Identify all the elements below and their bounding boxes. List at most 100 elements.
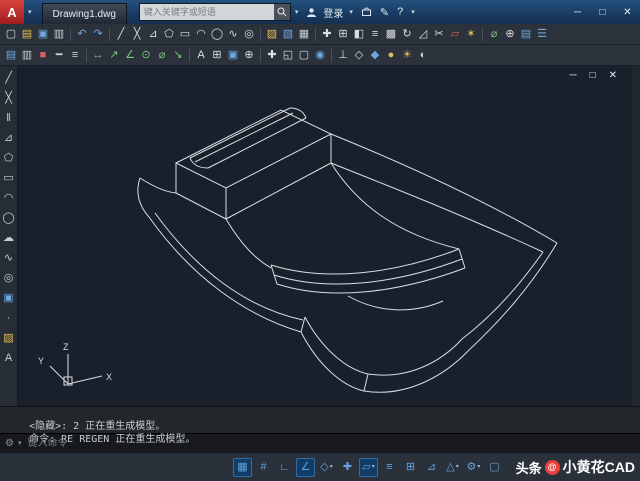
explode-icon[interactable]: ✶ <box>463 26 479 43</box>
orbit-icon[interactable]: ◉ <box>312 47 328 64</box>
search-icon[interactable] <box>274 4 290 20</box>
login-button[interactable]: 登录 <box>323 5 343 20</box>
copy-icon[interactable]: ⊞ <box>335 26 351 43</box>
lineweight-icon[interactable]: ≡ <box>380 458 399 477</box>
command-input[interactable] <box>25 437 640 450</box>
ucs-icon[interactable]: ⊥ <box>335 47 351 64</box>
grid-icon[interactable]: ▦ <box>233 458 252 477</box>
redo-icon[interactable]: ↷ <box>90 26 106 43</box>
ellipse-icon[interactable]: ◎ <box>241 26 257 43</box>
materials-icon[interactable]: ◐ <box>415 47 431 64</box>
quick-access-dropdown-icon[interactable]: ▾ <box>28 8 32 16</box>
mline-icon[interactable]: ‖ <box>6 111 11 125</box>
viewport-minimize-button[interactable]: ─ <box>569 71 576 81</box>
maximize-button[interactable]: □ <box>590 0 615 24</box>
plot-icon[interactable]: ▥ <box>51 26 67 43</box>
point-icon[interactable]: ∙ <box>7 311 10 325</box>
text-icon[interactable]: A <box>5 351 12 365</box>
app-menu-button[interactable]: A <box>0 0 24 24</box>
ellipse-icon[interactable]: ◎ <box>4 271 14 285</box>
dim-radius-icon[interactable]: ⊙ <box>138 47 154 64</box>
layer-state-icon[interactable]: ▥ <box>19 47 35 64</box>
rectangle-icon[interactable]: ▭ <box>177 26 193 43</box>
linetype-icon[interactable]: ━ <box>51 47 67 64</box>
render-icon[interactable]: ● <box>383 47 399 64</box>
dim-diameter-icon[interactable]: ⌀ <box>154 47 170 64</box>
layer-list-icon[interactable]: ▤ <box>3 47 19 64</box>
search-input[interactable] <box>140 7 274 17</box>
annotation-scale-icon[interactable]: △▾ <box>443 458 462 477</box>
open-file-icon[interactable]: ▤ <box>19 26 35 43</box>
rectangle-icon[interactable]: ▭ <box>3 171 13 185</box>
polyline-icon[interactable]: ⊿ <box>4 131 13 145</box>
viewport-restore-button[interactable]: □ <box>590 71 596 81</box>
rotate-icon[interactable]: ↻ <box>399 26 415 43</box>
revcloud-icon[interactable]: ☁ <box>3 231 14 245</box>
dim-angular-icon[interactable]: ∠ <box>122 47 138 64</box>
lineweight-icon[interactable]: ≡ <box>67 47 83 64</box>
views-icon[interactable]: ◇ <box>351 47 367 64</box>
polyline-icon[interactable]: ⊿ <box>145 26 161 43</box>
polygon-icon[interactable]: ⬠ <box>4 151 14 165</box>
light-icon[interactable]: ☀ <box>399 47 415 64</box>
drawing-area[interactable]: ZYX ─ □ ✕ <box>18 66 632 406</box>
help-dropdown-icon[interactable]: ▾ <box>411 8 415 16</box>
help-icon[interactable]: ? <box>397 6 403 18</box>
move-icon[interactable]: ✚ <box>319 26 335 43</box>
dim-aligned-icon[interactable]: ↗ <box>106 47 122 64</box>
login-dropdown-icon[interactable]: ▾ <box>349 8 353 16</box>
dynamic-input-icon[interactable]: ⊿ <box>422 458 441 477</box>
zoom-window-icon[interactable]: ◱ <box>280 47 296 64</box>
table-icon[interactable]: ⊞ <box>209 47 225 64</box>
object-snap-tracking-icon[interactable]: ✚ <box>338 458 357 477</box>
text-icon[interactable]: A <box>193 47 209 64</box>
offset-icon[interactable]: ≡ <box>367 26 383 43</box>
polygon-icon[interactable]: ⬠ <box>161 26 177 43</box>
app-store-icon[interactable] <box>361 7 372 18</box>
hatch-icon[interactable]: ▨ <box>264 26 280 43</box>
command-customize-icon[interactable]: ⚙ <box>5 438 14 449</box>
circle-icon[interactable]: ◯ <box>2 211 14 225</box>
visual-styles-icon[interactable]: ◆ <box>367 47 383 64</box>
snap-icon[interactable]: # <box>254 458 273 477</box>
undo-icon[interactable]: ↶ <box>74 26 90 43</box>
leader-icon[interactable]: ↘ <box>170 47 186 64</box>
array-icon[interactable]: ▩ <box>383 26 399 43</box>
save-icon[interactable]: ▣ <box>35 26 51 43</box>
color-swatch-icon[interactable]: ■ <box>35 47 51 64</box>
erase-icon[interactable]: ▱ <box>447 26 463 43</box>
insert-block-icon[interactable]: ▣ <box>3 291 13 305</box>
zoom-extents-icon[interactable]: ▢ <box>296 47 312 64</box>
drawing-tab[interactable]: Drawing1.dwg <box>42 3 127 24</box>
region-icon[interactable]: ▦ <box>296 26 312 43</box>
block-icon[interactable]: ▣ <box>225 47 241 64</box>
line-icon[interactable]: ╱ <box>113 26 129 43</box>
spline-icon[interactable]: ∿ <box>225 26 241 43</box>
isodraft-icon[interactable]: ◇▾ <box>317 458 336 477</box>
pan-icon[interactable]: ✚ <box>264 47 280 64</box>
viewport-close-button[interactable]: ✕ <box>609 71 617 81</box>
xline-icon[interactable]: ╳ <box>5 91 12 105</box>
paste-icon[interactable]: ⊕ <box>502 26 518 43</box>
measure-icon[interactable]: ⌀ <box>486 26 502 43</box>
arc-icon[interactable]: ◠ <box>193 26 209 43</box>
arc-icon[interactable]: ◠ <box>4 191 14 205</box>
new-file-icon[interactable]: ▢ <box>3 26 19 43</box>
a360-icon[interactable]: ✎ <box>380 6 389 19</box>
hatch-icon[interactable]: ▨ <box>3 331 13 345</box>
line-icon[interactable]: ╱ <box>5 71 12 85</box>
mirror-icon[interactable]: ◧ <box>351 26 367 43</box>
close-button[interactable]: ✕ <box>615 0 640 24</box>
clean-screen-icon[interactable]: ▢ <box>485 458 504 477</box>
layers-icon[interactable]: ▤ <box>518 26 534 43</box>
spline-icon[interactable]: ∿ <box>4 251 13 265</box>
scale-icon[interactable]: ◿ <box>415 26 431 43</box>
properties-icon[interactable]: ☰ <box>534 26 550 43</box>
dim-linear-icon[interactable]: ↔ <box>90 47 106 64</box>
workspace-icon[interactable]: ⚙▾ <box>464 458 483 477</box>
polar-tracking-icon[interactable]: ∠ <box>296 458 315 477</box>
recent-commands-dropdown-icon[interactable]: ▾ <box>18 439 22 447</box>
insert-block-icon[interactable]: ⊕ <box>241 47 257 64</box>
minimize-button[interactable]: ─ <box>565 0 590 24</box>
circle-icon[interactable]: ◯ <box>209 26 225 43</box>
